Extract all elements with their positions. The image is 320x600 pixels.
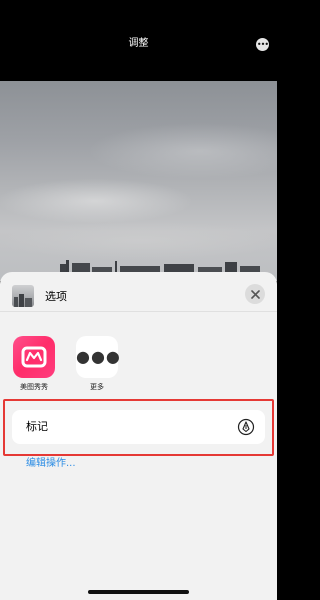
- action-label: 标记: [26, 420, 48, 433]
- ellipsis-icon: •••: [256, 39, 269, 49]
- app-label: 更多: [90, 383, 104, 391]
- photo-preview: [0, 81, 277, 281]
- more-apps-icon: ●●●: [76, 336, 120, 378]
- markup-pen-icon: [237, 418, 255, 436]
- meitu-app-icon: [13, 336, 55, 378]
- sheet-header: 选项: [0, 272, 277, 320]
- markup-action[interactable]: 标记: [12, 410, 265, 444]
- more-button[interactable]: •••: [256, 38, 269, 51]
- sheet-title: 选项: [45, 290, 67, 303]
- home-indicator[interactable]: [88, 590, 189, 594]
- photo-thumbnail: [12, 285, 34, 307]
- app-meitu[interactable]: 美图秀秀: [12, 336, 56, 392]
- top-bar: 调整 •••: [0, 0, 277, 60]
- close-icon: [250, 289, 260, 299]
- page-title: 调整: [128, 38, 149, 49]
- options-sheet: 选项 美图秀秀 ●●● 更多 标记 编辑操作...: [0, 272, 277, 600]
- header-divider: [0, 311, 277, 312]
- app-label: 美图秀秀: [20, 383, 48, 391]
- app-more[interactable]: ●●● 更多: [75, 336, 120, 392]
- thumbnail-skyline-icon: [14, 294, 32, 307]
- edit-actions-link[interactable]: 编辑操作...: [26, 457, 76, 471]
- close-button[interactable]: [245, 284, 265, 304]
